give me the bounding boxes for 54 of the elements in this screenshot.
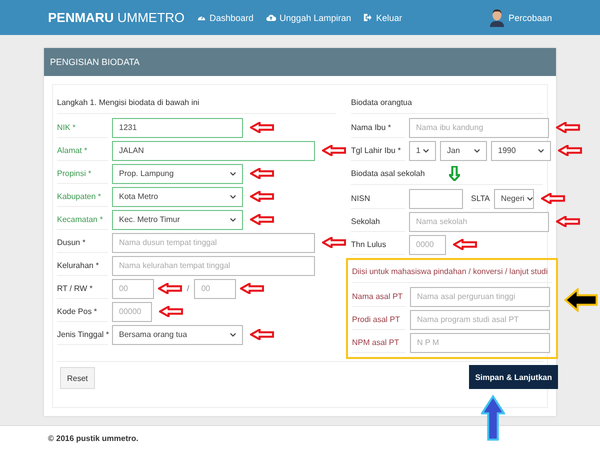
dropdown[interactable]: 1	[409, 140, 436, 160]
input-field[interactable]: 00	[112, 278, 154, 298]
nav-link[interactable]: Keluar	[363, 12, 402, 22]
dropdown[interactable]: Kec. Metro Timur	[112, 210, 243, 230]
field-label: RT / RW *	[57, 278, 108, 299]
input-field[interactable]: 1231	[112, 118, 243, 138]
field-label: Jenis Tinggal *	[57, 324, 108, 345]
input-field[interactable]: Nama dusun tempat tinggal	[112, 232, 315, 252]
field-label: Kabupaten *	[57, 186, 108, 207]
input-field[interactable]: JALAN	[112, 140, 315, 160]
field-label: Dusun *	[57, 232, 108, 253]
field-label: NIK *	[57, 117, 108, 138]
field-label: Prodi asal PT	[352, 309, 406, 330]
field-label: Tgl Lahir Ibu *	[351, 140, 405, 161]
brand-logo[interactable]: PENMARU UMMETRO	[48, 10, 185, 25]
input-field[interactable]: N P M	[410, 332, 550, 352]
field-label: Thn Lulus	[351, 234, 405, 255]
field-label: NPM asal PT	[352, 332, 406, 353]
input-field[interactable]: Nama kelurahan tempat tinggal	[112, 256, 315, 276]
field-label: Kode Pos *	[57, 301, 108, 322]
field-label: Kelurahan *	[57, 255, 108, 276]
input-field[interactable]: Nama ibu kandung	[409, 118, 549, 138]
reset-button[interactable]: Reset	[60, 367, 95, 389]
field-label: Nama Ibu *	[351, 117, 405, 138]
input-field[interactable]: Nama asal perguruan tinggi	[410, 286, 550, 306]
input-field[interactable]: Nama program studi asal PT	[410, 310, 550, 330]
section-heading: Biodata asal sekolah	[351, 168, 425, 178]
field-label: Nama asal PT	[352, 286, 406, 307]
section-heading: Biodata orangtua	[351, 91, 543, 114]
dropdown[interactable]: 1990	[491, 140, 551, 160]
section-heading: Diisi untuk mahasiswa pindahan / konversi / lanjut studi	[352, 260, 552, 283]
nav-link[interactable]: Unggah Lampiran	[266, 12, 352, 22]
field-label: Propinsi *	[57, 163, 108, 184]
footer-text: © 2016 pustik ummetro.	[48, 434, 138, 442]
input-field[interactable]: Nama sekolah	[409, 212, 549, 232]
separator-text: /	[187, 284, 190, 293]
input-field[interactable]: 00000	[112, 302, 152, 322]
field-label: Sekolah	[351, 211, 405, 232]
field-label: Kecamatan *	[57, 209, 108, 230]
field-label: NISN	[351, 188, 405, 209]
dropdown[interactable]: Bersama orang tua	[112, 324, 243, 344]
user-name[interactable]: Percobaan	[508, 12, 552, 22]
dropdown[interactable]: Jan	[440, 140, 487, 160]
input-field[interactable]: 0000	[409, 234, 446, 254]
panel-title: PENGISIAN BIODATA	[44, 48, 556, 76]
field-label: SLTA	[471, 188, 490, 209]
field-label: Alamat *	[57, 140, 108, 161]
section-heading: Langkah 1. Mengisi biodata di bawah ini	[57, 91, 336, 114]
dropdown[interactable]: Kota Metro	[112, 186, 243, 206]
dropdown[interactable]: Negeri	[494, 188, 534, 208]
input-field[interactable]: 00	[194, 278, 236, 298]
save-button[interactable]: Simpan & Lanjutkan	[469, 365, 558, 389]
nav-link[interactable]: Dashboard	[196, 12, 254, 22]
dropdown[interactable]: Prop. Lampung	[112, 164, 243, 184]
